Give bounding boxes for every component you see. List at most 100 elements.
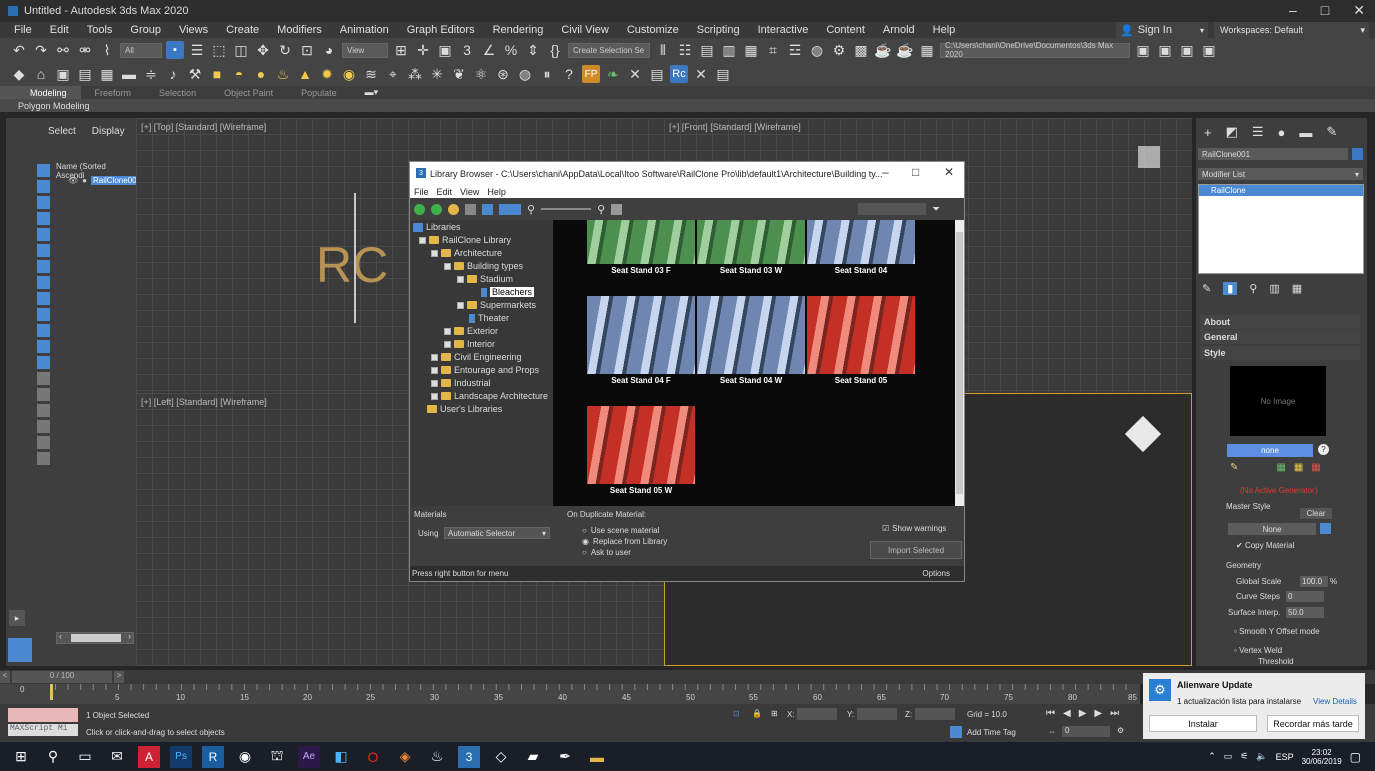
expand-icon[interactable] <box>444 327 451 335</box>
select-object-icon[interactable]: ▪ <box>166 41 184 59</box>
vertex-weld-checkbox[interactable]: ▫ Vertex Weld <box>1234 646 1282 655</box>
collapse-icon[interactable] <box>419 236 426 244</box>
geosphere-icon[interactable]: ◉ <box>340 65 358 83</box>
rotate-icon[interactable]: ↻ <box>276 41 294 59</box>
copy-style-icon[interactable]: ▦ <box>1294 462 1303 473</box>
delete-style-icon[interactable]: ▦ <box>1311 462 1320 473</box>
particle-icon[interactable]: ⁂ <box>406 65 424 83</box>
pause-icon[interactable]: ⏸ <box>538 65 556 83</box>
project-new-icon[interactable]: ▣ <box>1200 41 1218 59</box>
tab-select[interactable]: Select <box>48 126 76 137</box>
menu-rendering[interactable]: Rendering <box>484 24 553 36</box>
forest-leaf-icon[interactable]: ❧ <box>604 65 622 83</box>
using-dropdown[interactable]: Automatic Selector ▾ <box>444 527 550 539</box>
dialog-search-input[interactable] <box>858 203 927 215</box>
render-iterative-icon[interactable]: ☕ <box>896 41 914 59</box>
filter-hidden-icon[interactable] <box>37 340 50 353</box>
sphere-icon[interactable]: ● <box>252 65 270 83</box>
pin-stack-icon[interactable]: ✎ <box>1202 282 1211 295</box>
make-unique-icon[interactable]: ⚲ <box>1249 282 1257 295</box>
file-explorer-icon[interactable]: ▬ <box>586 746 608 768</box>
render-production-icon[interactable]: ☕ <box>874 41 892 59</box>
clock[interactable]: 23:02 30/06/2019 <box>1302 748 1342 766</box>
link-icon[interactable]: ⚯ <box>54 41 72 59</box>
viewport-left-label[interactable]: [+] [Left] [Standard] [Wireframe] <box>141 397 267 407</box>
tree-item-building-types[interactable]: Building types <box>444 261 523 271</box>
teapot-icon[interactable]: ♨ <box>274 65 292 83</box>
project-open-icon[interactable]: ▣ <box>1156 41 1174 59</box>
tray-chevron-icon[interactable]: ⌃ <box>1208 751 1216 762</box>
redo-icon[interactable]: ↷ <box>32 41 50 59</box>
import-selected-button[interactable]: Import Selected <box>870 541 962 559</box>
viewcube-icon[interactable] <box>1124 415 1162 453</box>
reference-coordinate-dropdown[interactable]: View <box>342 42 388 58</box>
unlink-icon[interactable]: ⚮ <box>76 41 94 59</box>
spline-icon[interactable]: ≋ <box>362 65 380 83</box>
info-icon[interactable] <box>611 203 623 215</box>
filter-none-icon[interactable] <box>37 372 50 385</box>
go-to-start-icon[interactable]: ⏮ <box>1046 708 1055 719</box>
filter-all-icon[interactable] <box>37 356 50 369</box>
layer-icon[interactable]: ▬ <box>120 65 138 83</box>
menu-customize[interactable]: Customize <box>618 24 688 36</box>
opera-icon[interactable]: O <box>362 746 384 768</box>
light-bulb-icon[interactable]: ● <box>82 176 87 185</box>
fx-icon[interactable]: ♪ <box>164 65 182 83</box>
time-config-icon[interactable]: ⚙ <box>1117 726 1124 735</box>
menu-graph-editors[interactable]: Graph Editors <box>398 24 484 36</box>
sort-icon[interactable] <box>499 203 521 215</box>
tree-item-civil-engineering[interactable]: Civil Engineering <box>431 352 522 362</box>
sign-in-button[interactable]: 👤 Sign In ▾ <box>1116 22 1208 38</box>
angle-snap-icon[interactable]: ∠ <box>480 41 498 59</box>
render-online-icon[interactable]: ▦ <box>918 41 936 59</box>
filter-frozen-icon[interactable] <box>37 324 50 337</box>
polygon-modeling-panel[interactable]: Polygon Modeling <box>0 99 1375 112</box>
modify-tab-icon[interactable]: ◩ <box>1226 124 1238 140</box>
radio-use-scene[interactable]: ○ Use scene material <box>582 526 659 535</box>
toggle-layer-explorer-icon[interactable]: ▥ <box>720 41 738 59</box>
lock-selection-icon[interactable]: 🔒 <box>752 709 762 718</box>
forward-icon[interactable] <box>431 203 442 215</box>
tree-item-entourage[interactable]: Entourage and Props <box>431 365 539 375</box>
tree-item-railclone-library[interactable]: RailClone Library <box>419 235 511 245</box>
workspaces-dropdown[interactable]: Workspaces: Default ▾ <box>1214 22 1369 38</box>
smooth-y-checkbox[interactable]: ▫ Smooth Y Offset mode <box>1234 627 1320 636</box>
filter-lights-icon[interactable] <box>37 196 50 209</box>
close-icon[interactable]: ✕ <box>1353 2 1365 19</box>
maximize-icon[interactable]: □ <box>912 165 919 179</box>
remove-modifier-icon[interactable]: ▥ <box>1269 282 1279 295</box>
menu-group[interactable]: Group <box>121 24 170 36</box>
bind-space-warp-icon[interactable]: ⌇ <box>98 41 116 59</box>
explorer-scrollbar[interactable]: ‹ › <box>56 631 134 644</box>
menu-help[interactable]: Help <box>924 24 965 36</box>
style-none-button[interactable]: none <box>1227 444 1313 457</box>
network-icon[interactable]: ⚟ <box>1240 751 1248 762</box>
schematic-view-icon[interactable]: ☲ <box>786 41 804 59</box>
spinner-snap-icon[interactable]: ⇕ <box>524 41 542 59</box>
go-to-end-icon[interactable]: ⏭ <box>1110 708 1119 719</box>
table-icon[interactable]: ▦ <box>98 65 116 83</box>
mail-icon[interactable]: ✉ <box>106 746 128 768</box>
help-icon[interactable]: ? <box>1318 444 1329 455</box>
close-icon[interactable]: ✕ <box>944 165 954 179</box>
add-style-icon[interactable]: ▦ <box>1276 462 1285 473</box>
thumbnail-size-slider[interactable] <box>541 208 592 210</box>
plane-icon[interactable]: ⌂ <box>32 65 50 83</box>
dialog-menu-view[interactable]: View <box>460 187 479 197</box>
radio-replace[interactable]: ◉ Replace from Library <box>582 537 667 546</box>
time-tag-icon[interactable] <box>950 726 962 738</box>
dialog-menu-help[interactable]: Help <box>487 187 506 197</box>
collapse-icon[interactable] <box>457 275 464 283</box>
dialog-title-bar[interactable]: 3 Library Browser - C:\Users\chani\AppDa… <box>410 162 964 185</box>
clear-button[interactable]: Clear <box>1300 508 1332 519</box>
tree-item-interior[interactable]: Interior <box>444 339 495 349</box>
prev-frame-icon[interactable]: ◀ <box>1063 708 1071 719</box>
next-frame-icon[interactable]: ▶ <box>1094 708 1102 719</box>
menu-tools[interactable]: Tools <box>78 24 122 36</box>
autocad-icon[interactable]: A <box>138 745 160 768</box>
menu-modifiers[interactable]: Modifiers <box>268 24 331 36</box>
minimize-icon[interactable]: – <box>882 165 889 179</box>
filter-display-icon[interactable] <box>37 404 50 417</box>
menu-edit[interactable]: Edit <box>41 24 78 36</box>
undo-icon[interactable]: ↶ <box>10 41 28 59</box>
